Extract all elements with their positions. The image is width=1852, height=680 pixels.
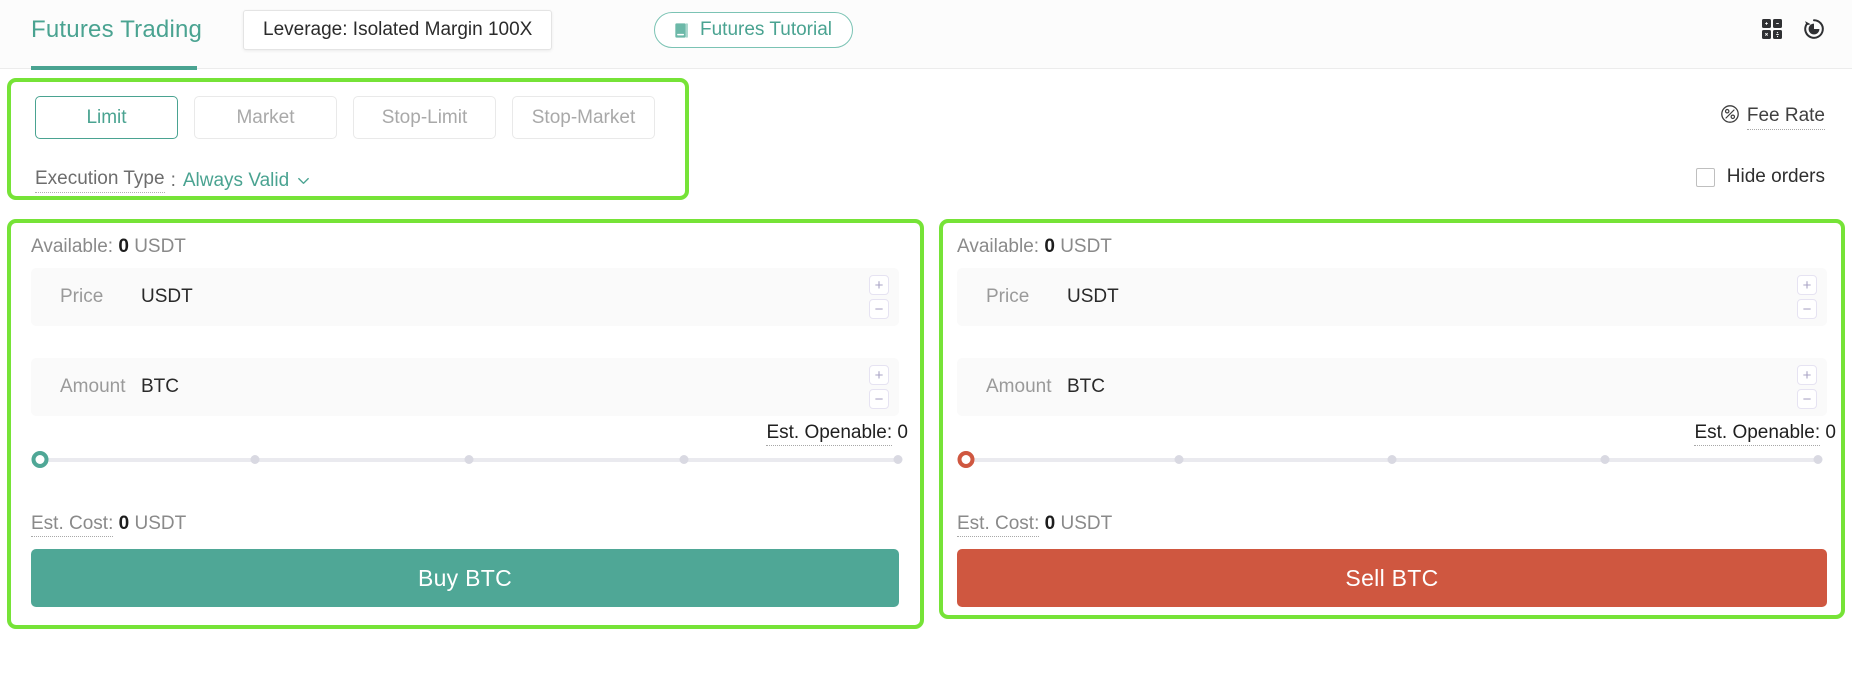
sell-available-row: Available: 0 USDT: [957, 236, 1112, 258]
sell-amount-stepper: + −: [1797, 365, 1817, 409]
buy-slider-tick-100[interactable]: [893, 455, 903, 464]
buy-submit-button[interactable]: Buy BTC: [31, 549, 899, 607]
order-type-tab-limit[interactable]: Limit: [35, 96, 178, 139]
buy-est-openable-label: Est. Openable:: [766, 422, 893, 446]
buy-est-cost-value: 0: [118, 513, 130, 534]
hide-orders-checkbox[interactable]: [1695, 167, 1715, 187]
sell-price-decrement-button[interactable]: −: [1797, 299, 1817, 319]
sell-price-stepper: + −: [1797, 275, 1817, 319]
tab-active-underline: [31, 66, 197, 70]
buy-price-unit: USDT: [141, 286, 193, 307]
fee-rate-label: Fee Rate: [1746, 105, 1825, 130]
buy-price-decrement-button[interactable]: −: [869, 299, 889, 319]
leverage-selector[interactable]: Leverage: Isolated Margin 100X: [243, 10, 553, 50]
buy-price-stepper: + −: [869, 275, 889, 319]
chevron-down-icon[interactable]: [296, 173, 311, 188]
order-type-tab-stop-market[interactable]: Stop-Market: [512, 96, 655, 139]
sell-slider-tick-25[interactable]: [1174, 455, 1184, 464]
sell-amount-label: Amount: [986, 376, 1052, 397]
buy-available-value: 0: [118, 236, 129, 257]
sell-slider-handle[interactable]: [957, 451, 975, 468]
buy-est-cost-unit: USDT: [134, 513, 187, 534]
hide-orders-label: Hide orders: [1726, 166, 1825, 187]
top-header: Futures Trading Leverage: Isolated Margi…: [0, 0, 1852, 70]
buy-amount-unit: BTC: [141, 376, 179, 397]
execution-type-label: Execution Type: [35, 168, 165, 193]
header-icon-group: [1761, 17, 1826, 41]
execution-type-row: Execution Type : Always Valid: [35, 168, 311, 193]
sell-est-openable-label: Est. Openable:: [1694, 422, 1821, 446]
futures-tutorial-button[interactable]: Futures Tutorial: [654, 12, 853, 48]
order-type-tabs: Limit Market Stop-Limit Stop-Market: [35, 96, 655, 139]
sell-submit-button[interactable]: Sell BTC: [957, 549, 1827, 607]
buy-amount-increment-button[interactable]: +: [869, 365, 889, 385]
order-type-tab-market[interactable]: Market: [194, 96, 337, 139]
buy-price-field[interactable]: Price USDT + −: [31, 268, 899, 326]
buy-available-prefix: Available:: [31, 236, 114, 257]
execution-type-value[interactable]: Always Valid: [183, 170, 289, 192]
buy-amount-decrement-button[interactable]: −: [869, 389, 889, 409]
sell-est-cost-label: Est. Cost:: [957, 513, 1040, 537]
sell-available-unit: USDT: [1060, 236, 1112, 257]
fee-rate-link[interactable]: Fee Rate: [1720, 104, 1825, 130]
buy-price-increment-button[interactable]: +: [869, 275, 889, 295]
sell-slider-tick-50[interactable]: [1387, 455, 1397, 464]
sell-est-openable: Est. Openable: 0: [1694, 422, 1836, 446]
sell-slider-tick-100[interactable]: [1813, 455, 1823, 464]
buy-slider-tick-50[interactable]: [464, 455, 474, 464]
sell-price-label: Price: [986, 286, 1030, 307]
buy-est-openable-value: 0: [897, 422, 908, 443]
sell-slider-tick-75[interactable]: [1600, 455, 1610, 464]
sell-est-openable-value: 0: [1825, 422, 1836, 443]
sell-amount-slider[interactable]: [957, 448, 1823, 472]
sell-available-prefix: Available:: [957, 236, 1040, 257]
buy-available-unit: USDT: [134, 236, 186, 257]
buy-amount-field[interactable]: Amount BTC + −: [31, 358, 899, 416]
buy-amount-slider[interactable]: [31, 448, 903, 472]
sell-available-value: 0: [1044, 236, 1055, 257]
buy-price-label: Price: [60, 286, 104, 307]
sell-est-cost-value: 0: [1044, 513, 1056, 534]
sell-amount-increment-button[interactable]: +: [1797, 365, 1817, 385]
sell-amount-unit: BTC: [1067, 376, 1105, 397]
sell-amount-field[interactable]: Amount BTC + −: [957, 358, 1827, 416]
buy-est-cost-label: Est. Cost:: [31, 513, 114, 537]
percent-circle-icon: [1720, 104, 1740, 130]
order-type-tab-stop-limit[interactable]: Stop-Limit: [353, 96, 496, 139]
order-history-icon[interactable]: [1802, 17, 1826, 41]
tab-futures-trading[interactable]: Futures Trading: [31, 16, 202, 44]
sell-price-field[interactable]: Price USDT + −: [957, 268, 1827, 326]
buy-slider-handle[interactable]: [31, 451, 49, 468]
sell-price-increment-button[interactable]: +: [1797, 275, 1817, 295]
buy-available-row: Available: 0 USDT: [31, 236, 186, 258]
sell-est-cost-unit: USDT: [1060, 513, 1113, 534]
buy-slider-tick-25[interactable]: [250, 455, 259, 464]
buy-amount-stepper: + −: [869, 365, 889, 409]
buy-est-cost: Est. Cost: 0 USDT: [31, 513, 187, 537]
buy-est-openable: Est. Openable: 0: [766, 422, 908, 446]
sell-amount-decrement-button[interactable]: −: [1797, 389, 1817, 409]
buy-amount-label: Amount: [60, 376, 126, 397]
execution-type-colon: :: [170, 169, 176, 191]
futures-tutorial-label: Futures Tutorial: [700, 19, 832, 40]
buy-slider-tick-75[interactable]: [679, 455, 688, 464]
book-icon: [672, 21, 691, 40]
hide-orders-row[interactable]: Hide orders: [1695, 166, 1825, 188]
calculator-icon[interactable]: [1761, 18, 1783, 40]
sell-price-unit: USDT: [1067, 286, 1119, 307]
sell-est-cost: Est. Cost: 0 USDT: [957, 513, 1113, 537]
